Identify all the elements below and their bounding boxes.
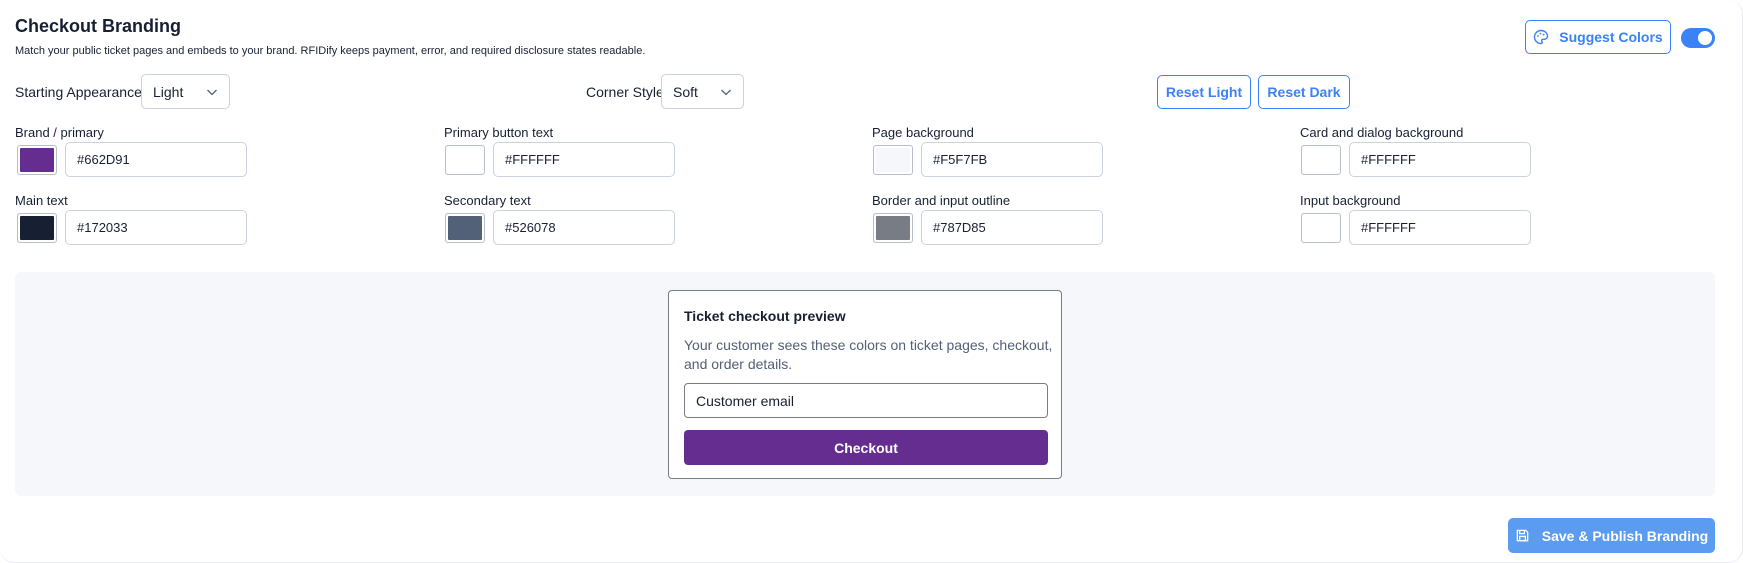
primary-button-text-input[interactable]: #FFFFFF: [493, 142, 675, 177]
secondary-text-swatch[interactable]: [445, 213, 485, 243]
chevron-down-icon: [721, 89, 731, 96]
page-background-swatch[interactable]: [873, 145, 913, 175]
swatch-fill: [1304, 148, 1338, 172]
reset-dark-button[interactable]: Reset Dark: [1258, 75, 1350, 109]
main-text-input[interactable]: #172033: [65, 210, 247, 245]
page-background-input[interactable]: #F5F7FB: [921, 142, 1103, 177]
primary-button-text-label: Primary button text: [444, 125, 554, 140]
brand-primary-input[interactable]: #662D91: [65, 142, 247, 177]
preview-description: Your customer sees these colors on ticke…: [684, 337, 1053, 372]
secondary-text-input[interactable]: #526078: [493, 210, 675, 245]
checkout-branding-panel: Checkout Branding Match your public tick…: [0, 0, 1743, 563]
chevron-down-icon: [207, 89, 217, 96]
border-outline-label: Border and input outline: [872, 193, 1011, 208]
swatch-fill: [448, 216, 482, 240]
reset-light-button[interactable]: Reset Light: [1157, 75, 1251, 109]
corner-style-value: Soft: [673, 83, 698, 100]
swatch-fill: [1304, 216, 1338, 240]
card-background-input[interactable]: #FFFFFF: [1349, 142, 1531, 177]
checkout-preview-card: Ticket checkout preview Your customer se…: [668, 290, 1062, 479]
save-publish-button[interactable]: Save & Publish Branding: [1508, 518, 1715, 553]
card-background-swatch[interactable]: [1301, 145, 1341, 175]
preview-checkout-button[interactable]: Checkout: [684, 430, 1048, 465]
suggest-colors-label: Suggest Colors: [1559, 29, 1663, 45]
swatch-fill: [876, 216, 910, 240]
corner-style-label: Corner Style: [586, 84, 664, 100]
input-background-swatch[interactable]: [1301, 213, 1341, 243]
preview-title: Ticket checkout preview: [684, 308, 846, 324]
brand-primary-swatch[interactable]: [17, 145, 57, 175]
border-outline-input[interactable]: #787D85: [921, 210, 1103, 245]
preview-email-input[interactable]: Customer email: [684, 383, 1048, 418]
card-background-label: Card and dialog background: [1300, 125, 1464, 140]
border-outline-swatch[interactable]: [873, 213, 913, 243]
swatch-fill: [20, 216, 54, 240]
primary-button-text-swatch[interactable]: [445, 145, 485, 175]
secondary-text-label: Secondary text: [444, 193, 531, 208]
input-background-label: Input background: [1300, 193, 1401, 208]
main-text-swatch[interactable]: [17, 213, 57, 243]
swatch-fill: [20, 148, 54, 172]
palette-icon: [1534, 29, 1549, 45]
main-text-label: Main text: [15, 193, 68, 208]
page-subtitle: Match your public ticket pages and embed…: [15, 45, 646, 57]
brand-primary-label: Brand / primary: [15, 125, 104, 140]
starting-appearance-select[interactable]: Light: [141, 74, 230, 109]
toggle-knob: [1698, 31, 1712, 45]
suggest-colors-button[interactable]: Suggest Colors: [1525, 20, 1671, 54]
save-icon: [1516, 529, 1529, 542]
page-title: Checkout Branding: [15, 16, 182, 36]
swatch-fill: [448, 148, 482, 172]
branding-enabled-toggle[interactable]: [1681, 28, 1715, 48]
starting-appearance-label: Starting Appearance: [15, 84, 142, 100]
swatch-fill: [876, 148, 910, 172]
corner-style-select[interactable]: Soft: [661, 74, 744, 109]
input-background-input[interactable]: #FFFFFF: [1349, 210, 1531, 245]
page-background-label: Page background: [872, 125, 974, 140]
starting-appearance-value: Light: [153, 83, 184, 100]
save-publish-label: Save & Publish Branding: [1541, 527, 1709, 544]
